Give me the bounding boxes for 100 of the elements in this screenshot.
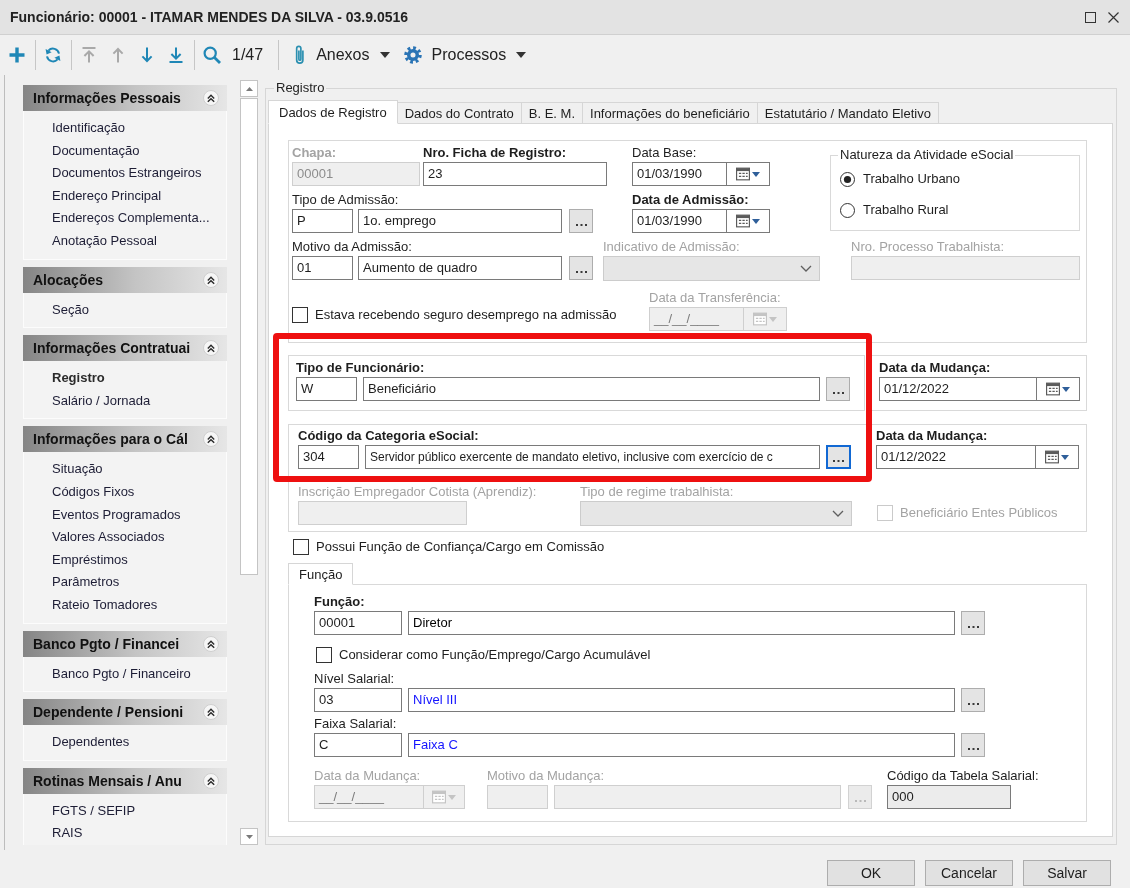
radio-button[interactable] — [840, 171, 855, 187]
sidebar-item[interactable]: Documentação — [52, 139, 140, 163]
dialog-button[interactable]: Cancelar — [925, 860, 1013, 886]
sidebar-item[interactable]: Eventos Programados — [52, 503, 181, 527]
collapse-icon[interactable] — [203, 772, 219, 789]
collapse-icon[interactable] — [203, 431, 219, 448]
dialog-button[interactable]: OK — [827, 860, 915, 886]
date-field[interactable]: 01/03/1990 — [632, 209, 727, 233]
tab[interactable]: Informações do beneficiário — [582, 102, 758, 124]
scroll-up-button[interactable] — [240, 80, 258, 97]
scrollbar-thumb[interactable] — [240, 98, 258, 575]
calendar-button[interactable] — [1036, 445, 1079, 469]
section-header[interactable]: Alocações — [23, 266, 227, 293]
text-field[interactable]: 23 — [423, 162, 607, 186]
calendar-icon — [1046, 382, 1060, 396]
menu-button[interactable]: Anexos — [290, 40, 394, 70]
section-header[interactable]: Rotinas Mensais / Anu — [23, 767, 227, 794]
caret-icon — [752, 171, 760, 177]
radio-label: Trabalho Rural — [863, 202, 949, 218]
section-header[interactable]: Informações para o Cál — [23, 426, 227, 453]
field-label: Função: — [314, 594, 365, 610]
calendar-icon — [432, 790, 446, 804]
text-field[interactable]: W — [296, 377, 357, 401]
dialog-button[interactable]: Salvar — [1023, 860, 1111, 886]
sidebar-item[interactable]: Situação — [52, 458, 103, 481]
sidebar-item[interactable]: Endereços Complementa... — [52, 207, 210, 230]
sidebar-item[interactable]: Rateio Tomadores — [52, 593, 158, 617]
date-field[interactable]: 01/12/2022 — [876, 445, 1036, 469]
text-field[interactable]: 304 — [298, 445, 359, 469]
text-field[interactable]: Servidor público exercente de mandato eletivo, inclusive com exercício de c — [365, 445, 820, 469]
checkbox[interactable] — [292, 307, 308, 323]
calendar-button[interactable] — [727, 209, 770, 233]
sidebar-item[interactable]: Códigos Fixos — [52, 480, 135, 504]
text-field[interactable]: 01 — [292, 256, 353, 280]
lookup-button[interactable] — [569, 256, 593, 280]
arrow-to-bottom-icon[interactable] — [167, 46, 185, 64]
plus-icon[interactable] — [8, 46, 26, 64]
collapse-icon[interactable] — [203, 340, 219, 357]
search-icon[interactable] — [203, 46, 221, 64]
collapse-icon[interactable] — [203, 635, 219, 652]
section-header[interactable]: Informações Contratuai — [23, 335, 227, 362]
tab[interactable]: Estatutário / Mandato Eletivo — [756, 102, 939, 124]
refresh-icon[interactable] — [44, 46, 62, 64]
text-field[interactable]: Beneficiário — [363, 377, 820, 401]
sidebar-item[interactable]: Valores Associados — [52, 526, 165, 549]
sidebar-item[interactable]: Dependentes — [52, 731, 130, 754]
collapse-icon[interactable] — [203, 90, 219, 106]
close-icon[interactable] — [1108, 11, 1119, 23]
lookup-button[interactable] — [826, 445, 851, 469]
text-field[interactable]: Diretor — [408, 611, 955, 635]
text-field[interactable]: 00001 — [314, 611, 402, 635]
menu-button[interactable]: Processos — [399, 40, 531, 70]
record-counter: 1/47 — [232, 46, 264, 64]
lookup-button[interactable] — [569, 209, 593, 233]
lookup-button[interactable] — [826, 377, 850, 401]
sidebar-item[interactable]: Salário / Jornada — [52, 389, 151, 413]
text-field[interactable]: 000 — [887, 785, 1011, 809]
text-field[interactable]: Nível III — [408, 688, 955, 712]
sidebar-item[interactable]: Documentos Estrangeiros — [52, 162, 202, 185]
text-field[interactable] — [554, 785, 841, 809]
sidebar-item[interactable]: Empréstimos — [52, 548, 128, 572]
radio-button[interactable] — [840, 202, 855, 218]
date-field[interactable]: 01/12/2022 — [879, 377, 1037, 401]
checkbox[interactable] — [293, 539, 309, 555]
sidebar-item[interactable]: Identificação — [52, 117, 125, 140]
lookup-button[interactable] — [961, 611, 985, 635]
collapse-icon[interactable] — [203, 704, 219, 721]
calendar-button[interactable] — [1037, 377, 1080, 401]
text-field[interactable]: P — [292, 209, 353, 233]
checkbox[interactable] — [316, 647, 332, 663]
sidebar-item[interactable]: RAIS — [52, 822, 83, 845]
field-label: Faixa Salarial: — [314, 716, 397, 732]
lookup-button[interactable] — [961, 688, 985, 712]
tab[interactable]: Dados de Registro — [268, 100, 398, 124]
lookup-button[interactable] — [961, 733, 985, 757]
text-field[interactable]: Faixa C — [408, 733, 955, 757]
field-label: Tipo de Admissão: — [292, 192, 399, 208]
section-header[interactable]: Dependente / Pensioni — [23, 699, 227, 726]
sidebar-item[interactable]: Seção — [52, 298, 89, 322]
sidebar-item[interactable]: Registro — [52, 367, 105, 390]
sidebar-item[interactable]: Banco Pgto / Financeiro — [52, 662, 191, 686]
sidebar-item[interactable]: Endereço Principal — [52, 184, 162, 208]
text-field[interactable]: Aumento de quadro — [358, 256, 562, 280]
text-field[interactable]: C — [314, 733, 402, 757]
group-label: Natureza da Atividade eSocial — [839, 147, 1015, 163]
sidebar-item[interactable]: Parâmetros — [52, 571, 120, 594]
tab[interactable]: Função — [288, 563, 354, 585]
scroll-down-button[interactable] — [240, 828, 258, 845]
field-label: Data da Mudança: — [879, 360, 991, 376]
text-field[interactable]: 1o. emprego — [358, 209, 562, 233]
maximize-icon[interactable] — [1085, 11, 1096, 23]
date-field[interactable]: 01/03/1990 — [632, 162, 727, 186]
sidebar-item[interactable]: Anotação Pessoal — [52, 229, 157, 253]
calendar-button[interactable] — [727, 162, 770, 186]
text-field[interactable]: 03 — [314, 688, 402, 712]
collapse-icon[interactable] — [203, 271, 219, 288]
section-header[interactable]: Informações Pessoais — [23, 85, 227, 111]
section-header[interactable]: Banco Pgto / Financei — [23, 630, 227, 657]
sidebar-item[interactable]: FGTS / SEFIP — [52, 799, 136, 823]
checkbox-label: Beneficiário Entes Públicos — [900, 505, 1058, 521]
